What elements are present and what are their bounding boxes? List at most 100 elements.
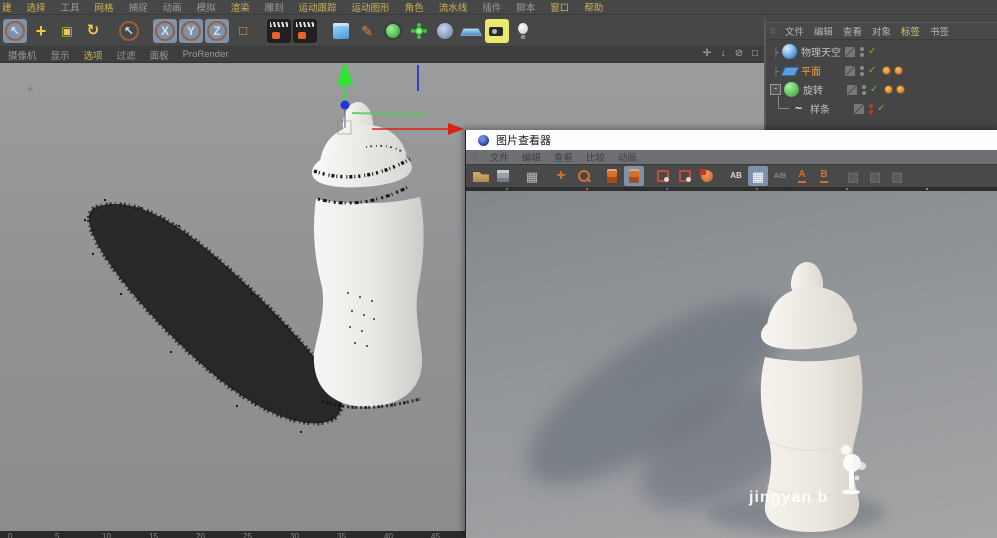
panel-grip-icon[interactable]: ⠿ — [472, 153, 478, 162]
rendered-image[interactable]: jingyan b — [466, 191, 997, 538]
last-tool-icon[interactable]: ↖ — [117, 19, 141, 43]
object-label[interactable]: 平面 — [801, 63, 845, 78]
enabled-check-icon[interactable]: ✓ — [877, 103, 885, 114]
lock-z-icon[interactable]: Z — [205, 18, 229, 43]
menu-item-1[interactable]: 选择 — [27, 0, 46, 14]
texture-tag-icon[interactable] — [896, 85, 906, 94]
visibility-toggle-icon[interactable] — [845, 46, 855, 57]
pv-menu-3[interactable]: 比较 — [586, 150, 605, 164]
light-icon[interactable] — [511, 19, 535, 43]
object-row-lathe[interactable]: - 旋转 ✓ — [766, 80, 997, 99]
om-menu-5[interactable]: 书签 — [930, 24, 949, 38]
om-menu-4[interactable]: 标签 — [901, 24, 920, 38]
floor-icon[interactable] — [459, 19, 483, 43]
pan-view-icon[interactable]: ✛ — [701, 48, 713, 59]
menu-item-3[interactable]: 网格 — [95, 0, 114, 14]
editor-render-dots[interactable] — [868, 103, 874, 114]
enabled-check-icon[interactable]: ✓ — [870, 84, 878, 95]
mograph-icon[interactable] — [407, 19, 431, 43]
set-a-icon[interactable]: A — [792, 166, 812, 186]
disabled-2-icon[interactable]: ▨ — [865, 166, 885, 186]
scale-icon[interactable]: ▣ — [55, 19, 79, 43]
pv-menu-4[interactable]: 动画 — [618, 150, 637, 164]
pv-menu-2[interactable]: 查看 — [554, 150, 573, 164]
histogram-icon[interactable] — [602, 166, 622, 186]
film-eye-icon[interactable] — [697, 166, 717, 186]
menu-item-11[interactable]: 角色 — [405, 0, 424, 14]
menu-item-10[interactable]: 运动图形 — [352, 0, 390, 14]
om-menu-1[interactable]: 编辑 — [814, 24, 833, 38]
viewport-menu-0[interactable]: 摄像机 — [8, 48, 37, 62]
object-label[interactable]: 物理天空 — [801, 44, 845, 59]
visibility-toggle-icon[interactable] — [847, 84, 857, 95]
zoom-view-icon[interactable]: ↓ — [717, 48, 729, 59]
menu-item-12[interactable]: 流水线 — [439, 0, 468, 14]
texture-tag-icon[interactable] — [882, 66, 892, 75]
menu-item-8[interactable]: 雕刻 — [265, 0, 284, 14]
render-view-icon[interactable] — [267, 18, 291, 43]
om-menu-2[interactable]: 查看 — [843, 24, 862, 38]
coord-system-icon[interactable]: □ — [231, 19, 255, 43]
move-icon[interactable]: + — [29, 19, 53, 43]
picture-viewer-titlebar[interactable]: 图片查看器 — [466, 130, 997, 150]
lock-x-icon[interactable]: X — [153, 18, 177, 43]
editor-render-dots[interactable] — [861, 84, 867, 95]
volume-icon[interactable] — [433, 19, 457, 43]
pv-menu-1[interactable]: 编辑 — [522, 150, 541, 164]
render-settings-icon[interactable] — [293, 18, 317, 43]
menu-item-14[interactable]: 脚本 — [516, 0, 535, 14]
viewport-menu-3[interactable]: 过滤 — [117, 48, 136, 62]
object-row-plane[interactable]: ├ 平面 ✓ — [766, 61, 997, 80]
editor-render-dots[interactable] — [859, 65, 865, 76]
enabled-check-icon[interactable]: ✓ — [868, 46, 876, 57]
object-label[interactable]: 旋转 — [803, 82, 847, 97]
info-panel-icon[interactable] — [624, 166, 644, 186]
subdivision-icon[interactable] — [381, 19, 405, 43]
ab-compare-icon[interactable]: AB — [726, 166, 746, 186]
pan-tool-icon[interactable]: + — [551, 166, 571, 186]
texture-tag-icon[interactable] — [884, 85, 894, 94]
menu-item-13[interactable]: 插件 — [482, 0, 501, 14]
menu-item-4[interactable]: 捕捉 — [129, 0, 148, 14]
menu-item-9[interactable]: 运动跟踪 — [299, 0, 337, 14]
enabled-check-icon[interactable]: ✓ — [868, 65, 876, 76]
viewport-menu-5[interactable]: ProRender — [183, 49, 229, 60]
disabled-3-icon[interactable]: ▨ — [887, 166, 907, 186]
spline-pen-icon[interactable]: ✎ — [355, 19, 379, 43]
editor-render-dots[interactable] — [859, 46, 865, 57]
compare-frame-a-icon[interactable] — [653, 166, 673, 186]
rotate-view-icon[interactable]: ⊘ — [733, 48, 745, 59]
texture-tag-icon[interactable] — [894, 66, 904, 75]
viewport-menu-1[interactable]: 显示 — [51, 48, 70, 62]
object-row-spline[interactable]: ~ 样条 ✓ — [766, 96, 997, 118]
menu-item-16[interactable]: 帮助 — [584, 0, 603, 14]
visibility-toggle-icon[interactable] — [854, 103, 864, 114]
save-image-icon[interactable] — [493, 166, 513, 186]
expander-icon[interactable]: - — [770, 84, 781, 95]
panel-grip-icon[interactable]: ⠿ — [770, 27, 776, 36]
zoom-tool-icon[interactable] — [573, 166, 593, 186]
om-menu-3[interactable]: 对象 — [872, 24, 891, 38]
object-label[interactable]: 样条 — [810, 101, 854, 116]
compare-frame-b-icon[interactable] — [675, 166, 695, 186]
object-row-sky[interactable]: ├ 物理天空 ✓ — [766, 42, 997, 61]
disabled-1-icon[interactable]: ▨ — [843, 166, 863, 186]
timeline-ruler[interactable]: 0 5 10 15 20 25 30 35 40 45 — [0, 531, 465, 538]
lock-y-icon[interactable]: Y — [179, 18, 203, 43]
viewport-menu-2[interactable]: 选项 — [84, 48, 103, 62]
menu-item-2[interactable]: 工具 — [61, 0, 80, 14]
viewport-menu-4[interactable]: 面板 — [150, 48, 169, 62]
visibility-toggle-icon[interactable] — [845, 65, 855, 76]
menu-item-15[interactable]: 窗口 — [550, 0, 569, 14]
menu-item-6[interactable]: 模拟 — [197, 0, 216, 14]
open-image-icon[interactable] — [471, 166, 491, 186]
set-b-icon[interactable]: B — [814, 166, 834, 186]
live-selection-icon[interactable]: ↖ — [3, 18, 27, 43]
om-menu-0[interactable]: 文件 — [785, 24, 804, 38]
pv-menu-0[interactable]: 文件 — [490, 150, 509, 164]
add-cube-icon[interactable] — [329, 19, 353, 43]
layout-grid-icon[interactable]: ▦ — [748, 166, 768, 186]
history-thumbnails-icon[interactable]: ▦ — [522, 166, 542, 186]
menu-item-0[interactable]: 建 — [2, 0, 12, 14]
ab-swap-icon[interactable]: A/B — [770, 166, 790, 186]
